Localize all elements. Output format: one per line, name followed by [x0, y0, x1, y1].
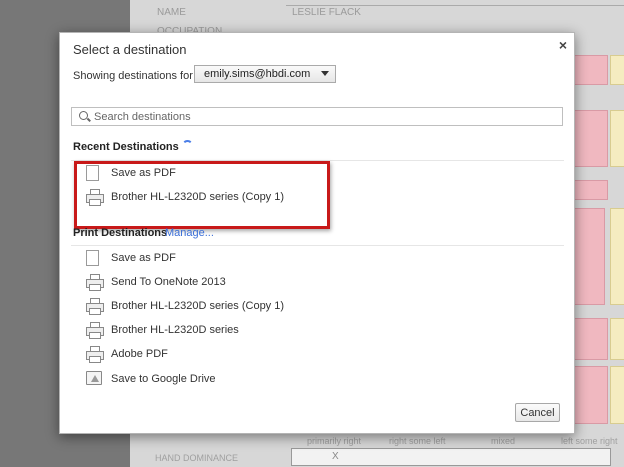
close-icon[interactable]: ×: [559, 37, 567, 53]
pdf-icon: [86, 250, 99, 266]
account-value: emily.sims@hbdi.com: [204, 68, 311, 80]
form-box: [571, 55, 608, 85]
annotation-highlight: [74, 161, 330, 229]
showing-label: Showing destinations for: [73, 70, 193, 82]
destination-label: Save to Google Drive: [111, 373, 216, 385]
cancel-button[interactable]: Cancel: [515, 403, 560, 422]
form-box: [610, 55, 624, 85]
search-input[interactable]: Search destinations: [71, 107, 563, 126]
column-header: primarily right: [307, 436, 362, 446]
column-header: mixed: [491, 436, 516, 446]
printer-icon: [86, 346, 104, 363]
hand-dominance-row: X: [291, 448, 611, 466]
x-mark: X: [332, 451, 339, 462]
column-header: left some right: [561, 436, 618, 446]
name-label: NAME: [157, 7, 186, 18]
account-dropdown[interactable]: emily.sims@hbdi.com: [194, 65, 336, 83]
destination-label: Brother HL-L2320D series (Copy 1): [111, 300, 285, 312]
search-placeholder: Search destinations: [94, 111, 191, 123]
loading-spinner-icon: [182, 140, 193, 151]
form-box: [571, 318, 608, 360]
destination-label: Send To OneNote 2013: [111, 276, 226, 288]
destination-label: Save as PDF: [111, 252, 176, 264]
destination-label: Brother HL-L2320D series: [111, 324, 239, 336]
dialog-title: Select a destination: [73, 42, 187, 57]
destination-label: Adobe PDF: [111, 348, 168, 360]
hand-dominance-label: HAND DOMINANCE: [155, 453, 239, 463]
google-drive-icon: [86, 371, 102, 385]
recent-destinations-heading: Recent Destinations: [73, 141, 179, 153]
print-item-brother-copy1[interactable]: Brother HL-L2320D series (Copy 1): [86, 298, 336, 316]
form-box: [610, 366, 624, 424]
name-value: LESLIE FLACK: [292, 7, 361, 18]
select-destination-dialog: Select a destination × Showing destinati…: [59, 32, 575, 434]
printer-icon: [86, 274, 104, 291]
form-box: [610, 318, 624, 360]
chevron-down-icon: [321, 71, 329, 76]
print-item-adobe-pdf[interactable]: Adobe PDF: [86, 346, 336, 364]
printer-icon: [86, 298, 104, 315]
print-item-onenote[interactable]: Send To OneNote 2013: [86, 274, 336, 292]
form-box: [571, 366, 608, 424]
form-box: [610, 208, 624, 305]
form-box: [571, 180, 608, 200]
name-underline: [286, 5, 624, 6]
form-box: [573, 208, 605, 305]
print-destinations-heading: Print Destinations: [73, 227, 168, 239]
form-box: [571, 110, 608, 167]
printer-icon: [86, 322, 104, 339]
print-item-save-as-pdf[interactable]: Save as PDF: [86, 250, 336, 268]
print-item-brother[interactable]: Brother HL-L2320D series: [86, 322, 336, 340]
search-icon: [79, 111, 88, 120]
print-item-google-drive[interactable]: Save to Google Drive: [86, 371, 336, 389]
divider: [71, 245, 564, 246]
form-box: [610, 110, 624, 167]
column-header: right some left: [389, 436, 446, 446]
manage-link[interactable]: Manage...: [165, 227, 214, 239]
